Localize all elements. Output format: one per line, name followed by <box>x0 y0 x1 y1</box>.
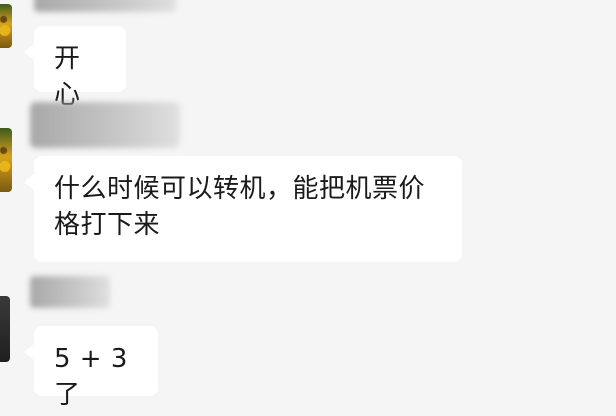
message-text: 什么时候可以转机，能把机票价格打下来 <box>54 174 426 240</box>
sender-name-blurred <box>30 276 110 308</box>
message-bubble[interactable]: 什么时候可以转机，能把机票价格打下来 <box>24 156 462 262</box>
avatar[interactable] <box>0 4 12 48</box>
avatar[interactable] <box>0 296 10 362</box>
chat-message-list[interactable]: 开心 什么时候可以转机，能把机票价格打下来 5 + 3了 <box>0 0 616 416</box>
sender-name-blurred <box>34 0 176 12</box>
sender-name-blurred <box>30 102 180 148</box>
message-bubble[interactable]: 5 + 3了 <box>24 326 158 410</box>
message-bubble[interactable]: 开心 <box>24 26 126 110</box>
message-text: 开心 <box>54 44 81 110</box>
message-text: 5 + 3了 <box>54 344 128 410</box>
avatar[interactable] <box>0 128 12 192</box>
